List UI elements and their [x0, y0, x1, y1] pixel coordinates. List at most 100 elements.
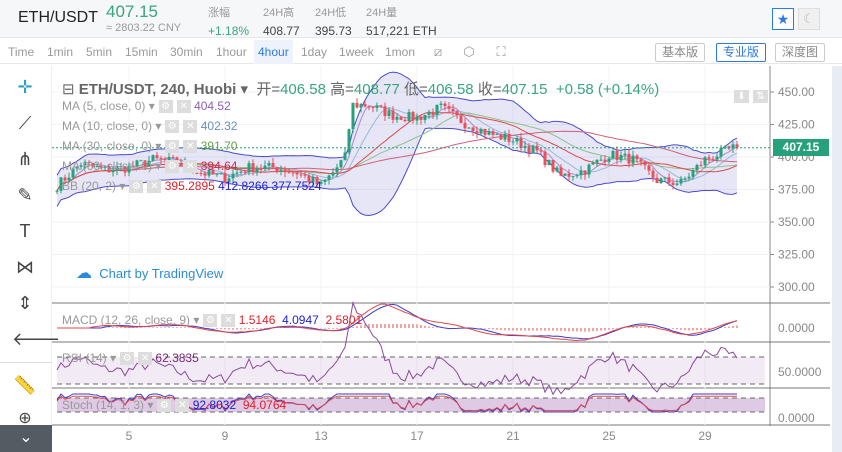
bb-legend[interactable]: BB (20, 2) ▾ ⚙ ✕ 395.2895 412.8266 377.752… [62, 179, 322, 194]
interval-1week[interactable]: 1week [335, 40, 378, 64]
ma30-legend[interactable]: MA (30, close, 0) ▾ ⚙ ✕ 391.70 [62, 139, 237, 154]
candle [327, 175, 331, 180]
macd-legend[interactable]: MACD (12, 26, close, 9) ▾ ⚙ ✕ 1.5146 4.094… [62, 313, 362, 328]
interval-1min[interactable]: 1min [43, 40, 77, 64]
settings-hex-icon[interactable]: ⬡ [460, 43, 478, 61]
scroll-up-icon[interactable]: ⇅ [753, 90, 768, 103]
tradingview-watermark[interactable]: ☁ Chart by TradingView [76, 263, 223, 283]
divider [0, 362, 52, 363]
date-tick-label: 21 [506, 429, 520, 443]
drawing-toolbar: ✛ ⟋ ⋔ ✎ T ⋈ ⇕ 🡐 📏 ⊕ [0, 66, 60, 452]
ma60-legend[interactable]: MA (60, close, 0) ▾ ⚙ ✕ 394.64 [62, 159, 237, 174]
star-icon[interactable]: ★ [772, 8, 794, 30]
candle [707, 157, 711, 159]
candle [439, 103, 443, 105]
candle [459, 115, 463, 123]
ruler-icon[interactable]: 📏 [12, 372, 38, 398]
interval-1mon[interactable]: 1mon [381, 40, 419, 64]
pro-version-button[interactable]: 专业版 [716, 43, 767, 62]
interval-30min[interactable]: 30min [166, 40, 207, 64]
rsi-legend[interactable]: RSI (14) ▾ ⚙ ✕ 62.3835 [62, 351, 199, 366]
candle [215, 173, 219, 175]
candle [371, 106, 375, 108]
candle [495, 133, 499, 135]
trend-line-icon[interactable]: ⟋ [12, 110, 38, 136]
candle [735, 144, 739, 148]
scroll-down-icon[interactable]: ⬇ [734, 90, 749, 103]
moon-icon[interactable]: ☾ [798, 8, 820, 30]
candle [155, 155, 159, 159]
candle [483, 128, 487, 135]
candle [343, 152, 347, 161]
interval-4hour[interactable]: 4hour [254, 40, 293, 64]
back-arrow-icon[interactable]: 🡐 [12, 326, 60, 352]
collapse-icon[interactable]: ⊟ [62, 81, 75, 98]
pitchfork-icon[interactable]: ⋔ [12, 146, 38, 172]
candle [611, 150, 615, 159]
tradingview-logo-icon: ☁ [76, 265, 92, 282]
brush-icon[interactable]: ✎ [12, 182, 38, 208]
candle [379, 105, 383, 107]
candle [627, 153, 631, 164]
basic-version-button[interactable]: 基本版 [655, 43, 706, 62]
candle [659, 178, 663, 184]
collapse-toolbar-button[interactable]: ⌄ [0, 425, 52, 452]
candle [667, 177, 671, 183]
indicator-icon[interactable]: ⧄ [429, 43, 447, 61]
stat-change: 涨幅 +1.18% [208, 7, 250, 38]
candle [631, 155, 635, 164]
price-tick-label: 450.00 [778, 85, 815, 99]
stat-high: 24H高 408.77 [263, 7, 300, 38]
interval-1hour[interactable]: 1hour [212, 40, 251, 64]
interval-1day[interactable]: 1day [297, 40, 331, 64]
low-value: 406.58 [427, 81, 474, 98]
candle [443, 103, 447, 107]
candle [299, 174, 303, 176]
screenshot-icon[interactable]: ⛶ [492, 43, 510, 61]
header: ETH/USDT 407.15 ≈ 2803.22 CNY 涨幅 +1.18% 2… [0, 0, 842, 38]
ma10-legend[interactable]: MA (10, close, 0) ▾ ⚙ ✕ 402.32 [62, 119, 237, 134]
candle [427, 111, 431, 115]
candle [635, 155, 639, 160]
chart-title: ETH/USDT, 240, Huobi [78, 81, 237, 98]
candle [451, 108, 455, 112]
open-value: 406.58 [280, 81, 326, 98]
interval-15min[interactable]: 15min [121, 40, 162, 64]
interval-time[interactable]: Time [4, 40, 38, 64]
candle [591, 162, 595, 165]
candle [203, 173, 207, 176]
candle [399, 116, 403, 120]
candle [415, 116, 419, 121]
measure-icon[interactable]: ⇕ [12, 290, 38, 316]
candle [55, 190, 59, 192]
candle [651, 170, 655, 178]
candle [347, 129, 351, 153]
interval-5min[interactable]: 5min [82, 40, 116, 64]
stat-low: 24H低 395.73 [315, 7, 352, 38]
pattern-icon[interactable]: ⋈ [12, 254, 38, 280]
depth-chart-button[interactable]: 深度图 [775, 43, 826, 62]
candle [663, 177, 667, 179]
candle [587, 164, 591, 175]
candle [323, 179, 327, 182]
candle [607, 158, 611, 162]
candle [255, 168, 259, 173]
candle [647, 165, 651, 171]
ma5-legend[interactable]: MA (5, close, 0) ▾ ⚙ ✕ 404.52 [62, 99, 231, 114]
candle [339, 160, 343, 168]
chevron-down-icon[interactable]: ▾ [240, 81, 248, 98]
candle [335, 167, 339, 173]
crosshair-icon[interactable]: ✛ [12, 74, 38, 100]
text-icon[interactable]: T [12, 218, 38, 244]
stoch-legend[interactable]: Stoch (14, 1, 3) ▾ ⚙ ✕ 92.8032 94.0764 [62, 398, 286, 413]
candle [699, 164, 703, 166]
candle [547, 159, 551, 166]
candle [239, 171, 243, 173]
candle [435, 104, 439, 115]
candle [331, 172, 335, 176]
candle [579, 170, 583, 176]
candle [387, 110, 391, 116]
change-value: +0.58 (+0.14%) [555, 81, 660, 98]
candle [475, 131, 479, 134]
candle [695, 164, 699, 171]
